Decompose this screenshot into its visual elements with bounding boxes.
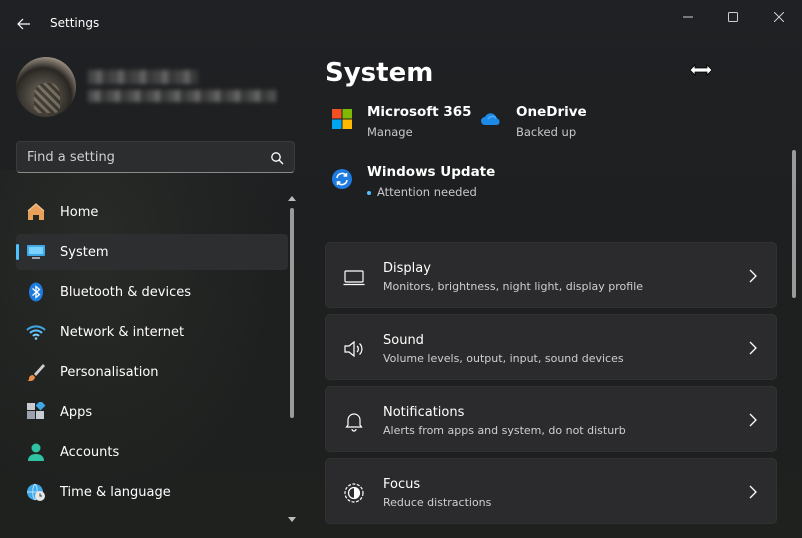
sidebar-item-time-language[interactable]: Time & language <box>16 474 288 510</box>
chevron-right-icon <box>749 485 757 499</box>
sidebar-item-label: Network & internet <box>60 324 185 340</box>
apps-icon <box>26 402 46 422</box>
card-subtitle: Monitors, brightness, night light, displ… <box>383 280 644 293</box>
minimize-button[interactable] <box>665 4 711 30</box>
card-notifications[interactable]: Notifications Alerts from apps and syste… <box>325 386 777 452</box>
bluetooth-icon <box>26 282 46 302</box>
quick-link-windows-update[interactable]: Windows Update Attention needed <box>331 164 495 199</box>
minimize-icon <box>683 16 693 18</box>
main-scrollbar[interactable] <box>790 48 798 538</box>
bell-icon <box>345 413 363 432</box>
card-title: Notifications <box>383 405 465 420</box>
onedrive-cloud-icon <box>481 113 500 125</box>
sidebar-item-label: Time & language <box>60 484 171 500</box>
search-box[interactable] <box>16 141 295 173</box>
globe-clock-icon <box>26 482 46 502</box>
card-title: Focus <box>383 477 421 492</box>
search-icon[interactable] <box>270 150 284 165</box>
sidebar-nav: Home System Bluetooth & devices Network … <box>16 194 288 514</box>
card-sound[interactable]: Sound Volume levels, output, input, soun… <box>325 314 777 380</box>
card-subtitle: Reduce distractions <box>383 496 492 509</box>
sidebar-item-accounts[interactable]: Accounts <box>16 434 288 470</box>
quick-link-status: Attention needed <box>367 185 495 199</box>
focus-icon <box>344 483 364 503</box>
quick-link-subtitle: Backed up <box>516 125 577 139</box>
card-title: Display <box>383 261 431 276</box>
main-scroll-thumb[interactable] <box>792 150 796 298</box>
chevron-right-icon <box>749 269 757 283</box>
maximize-icon <box>728 12 738 22</box>
page-title: System <box>325 58 434 88</box>
sidebar-item-label: Personalisation <box>60 364 159 380</box>
search-input[interactable] <box>27 149 257 165</box>
maximize-button[interactable] <box>710 4 756 30</box>
chevron-right-icon <box>749 341 757 355</box>
wifi-icon <box>26 322 46 342</box>
scroll-down-arrow-icon[interactable] <box>288 516 296 524</box>
account-icon <box>26 442 46 462</box>
sidebar-scrollbar[interactable] <box>288 194 296 528</box>
card-title: Sound <box>383 333 424 348</box>
sidebar-item-personalisation[interactable]: Personalisation <box>16 354 288 390</box>
system-display-icon <box>26 242 46 262</box>
sidebar-item-system[interactable]: System <box>16 234 288 270</box>
home-icon <box>26 202 46 222</box>
close-icon <box>774 12 784 22</box>
sidebar-item-label: Bluetooth & devices <box>60 284 191 300</box>
sidebar-scroll-thumb[interactable] <box>290 208 294 418</box>
card-focus[interactable]: Focus Reduce distractions <box>325 458 777 524</box>
scroll-up-arrow-icon[interactable] <box>288 194 296 202</box>
arrow-left-icon <box>17 18 30 30</box>
quick-link-title: OneDrive <box>516 104 587 120</box>
redacted-user-name <box>88 70 198 84</box>
redacted-user-email <box>88 90 276 102</box>
settings-card-list: Display Monitors, brightness, night ligh… <box>325 242 777 530</box>
card-subtitle: Alerts from apps and system, do not dist… <box>383 424 626 437</box>
settings-window: Settings Home System <box>0 0 802 538</box>
microsoft-logo-icon <box>332 109 352 129</box>
display-icon <box>343 270 365 286</box>
sidebar-item-home[interactable]: Home <box>16 194 288 230</box>
quick-link-onedrive[interactable]: OneDrive Backed up <box>480 104 587 139</box>
title-bar: Settings <box>0 0 802 48</box>
sidebar-item-bluetooth[interactable]: Bluetooth & devices <box>16 274 288 310</box>
quick-link-microsoft-365[interactable]: Microsoft 365 Manage <box>331 104 472 139</box>
close-button[interactable] <box>756 4 802 30</box>
sidebar-item-label: Accounts <box>60 444 120 460</box>
chevron-right-icon <box>749 413 757 427</box>
sidebar-item-label: System <box>60 244 109 260</box>
sidebar-item-label: Home <box>60 204 99 220</box>
back-button[interactable] <box>10 12 38 36</box>
sidebar-item-apps[interactable]: Apps <box>16 394 288 430</box>
app-title: Settings <box>50 16 100 30</box>
brush-icon <box>26 362 46 382</box>
avatar[interactable] <box>16 57 76 117</box>
status-dot <box>367 190 371 195</box>
resize-cursor-icon <box>689 64 713 76</box>
quick-link-subtitle: Manage <box>367 125 413 139</box>
quick-link-title: Microsoft 365 <box>367 104 472 120</box>
windows-update-icon <box>332 169 352 189</box>
quick-link-subtitle: Attention needed <box>377 185 477 199</box>
quick-link-title: Windows Update <box>367 164 496 180</box>
sidebar-item-network[interactable]: Network & internet <box>16 314 288 350</box>
card-display[interactable]: Display Monitors, brightness, night ligh… <box>325 242 777 308</box>
card-subtitle: Volume levels, output, input, sound devi… <box>383 352 624 365</box>
speaker-icon <box>344 340 363 358</box>
sidebar-item-label: Apps <box>60 404 93 420</box>
